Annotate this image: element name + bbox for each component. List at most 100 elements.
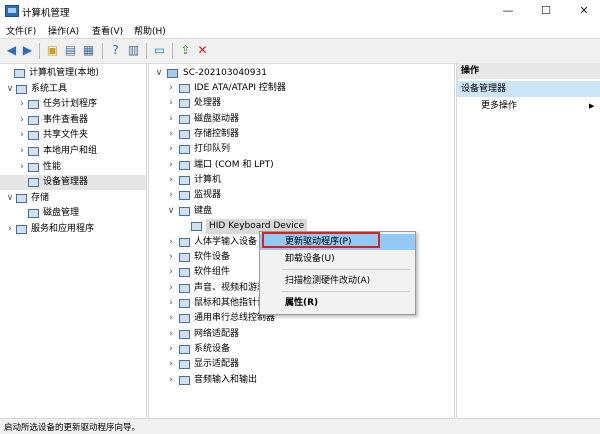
chevron-down-icon[interactable]: ∨: [167, 204, 175, 219]
monitor-icon[interactable]: ▭: [152, 43, 167, 58]
chevron-right-icon[interactable]: ›: [167, 235, 175, 250]
maximize-button[interactable]: ☐: [528, 0, 564, 22]
sidebar-item-label: 设备管理器: [43, 177, 89, 188]
sidebar-item[interactable]: › 事件查看器: [0, 113, 146, 128]
device-category-row[interactable]: › 音频输入和输出: [149, 373, 454, 388]
sidebar-item[interactable]: › 本地用户和组: [0, 144, 146, 159]
device-category-icon: [179, 176, 190, 186]
menu-item-uninstall-device[interactable]: 卸载设备(U): [260, 251, 415, 267]
chevron-right-icon[interactable]: ›: [18, 160, 26, 175]
chevron-right-icon[interactable]: ›: [167, 127, 175, 142]
chevron-right-icon[interactable]: ›: [18, 113, 26, 128]
device-category-row[interactable]: › 计算机: [149, 173, 454, 188]
device-category-row[interactable]: › 磁盘驱动器: [149, 112, 454, 127]
chevron-right-icon[interactable]: ›: [167, 342, 175, 357]
device-label: IDE ATA/ATAPI 控制器: [194, 83, 286, 93]
device-label: 软件设备: [194, 251, 231, 262]
actions-pane: 操作 设备管理器 更多操作 ▶: [456, 63, 600, 418]
chevron-right-icon[interactable]: ›: [18, 128, 26, 143]
annotation-highlight-box: [262, 232, 380, 248]
minimize-button[interactable]: —: [490, 0, 526, 22]
sidebar-item[interactable]: 设备管理器: [0, 175, 146, 191]
device-category-row[interactable]: › 打印队列: [149, 142, 454, 157]
sidebar-item[interactable]: ∨ 系统工具: [0, 82, 146, 97]
more-actions-link[interactable]: 更多操作: [481, 99, 517, 114]
sidebar-item-label: 共享文件夹: [43, 130, 89, 141]
menu-item-scan-hardware[interactable]: 扫描检测硬件改动(A): [260, 273, 415, 289]
chevron-down-icon[interactable]: ∨: [155, 66, 163, 81]
chevron-right-icon[interactable]: ›: [167, 112, 175, 127]
sidebar-item[interactable]: › 服务和应用程序: [0, 222, 146, 237]
menu-view[interactable]: 查看(V): [92, 24, 123, 37]
device-label: 计算机: [194, 175, 222, 186]
device-category-row[interactable]: › 监视器: [149, 188, 454, 203]
back-arrow-icon[interactable]: ◀: [4, 43, 19, 58]
tree-node-icon: [16, 193, 27, 203]
sidebar-item[interactable]: › 性能: [0, 160, 146, 175]
help-icon[interactable]: ?: [108, 43, 123, 58]
chevron-right-icon[interactable]: ›: [167, 327, 175, 342]
forward-arrow-icon[interactable]: ▶: [20, 43, 35, 58]
actions-section-device-manager[interactable]: 设备管理器: [457, 81, 600, 97]
device-label: 系统设备: [194, 343, 231, 354]
chevron-down-icon[interactable]: ∨: [6, 82, 14, 97]
device-category-row[interactable]: › IDE ATA/ATAPI 控制器: [149, 81, 454, 96]
menu-divider: [282, 291, 410, 292]
device-label: 网络适配器: [194, 328, 240, 339]
update-driver-icon[interactable]: ⇪: [178, 43, 193, 58]
sidebar-item[interactable]: › 共享文件夹: [0, 128, 146, 143]
show-hide-tree-icon[interactable]: ▤: [63, 43, 78, 58]
chevron-right-icon[interactable]: ›: [6, 222, 14, 237]
chevron-right-icon[interactable]: ›: [167, 96, 175, 111]
action-pane-icon[interactable]: ▥: [126, 43, 141, 58]
device-category-row[interactable]: › 显示适配器: [149, 357, 454, 372]
chevron-right-icon: ▶: [589, 102, 595, 110]
device-category-icon: [179, 145, 190, 155]
chevron-right-icon[interactable]: ›: [18, 97, 26, 112]
chevron-right-icon[interactable]: ›: [167, 188, 175, 203]
up-folder-icon[interactable]: ▣: [45, 43, 60, 58]
chevron-right-icon[interactable]: ›: [167, 158, 175, 173]
tree-node-icon: [28, 147, 39, 156]
computer-icon: [167, 69, 178, 78]
properties-icon[interactable]: ▦: [81, 43, 96, 58]
chevron-right-icon[interactable]: ›: [167, 373, 175, 388]
sidebar-item[interactable]: 计算机管理(本地): [0, 66, 146, 81]
close-button[interactable]: ✕: [566, 0, 600, 22]
device-category-row[interactable]: › 网络适配器: [149, 327, 454, 342]
sidebar-item-label: 任务计划程序: [43, 99, 98, 110]
device-category-row[interactable]: › 端口 (COM 和 LPT): [149, 158, 454, 173]
tree-node-icon: [14, 69, 25, 78]
device-category-icon: [179, 99, 190, 109]
sidebar-item[interactable]: 磁盘管理: [0, 206, 146, 221]
menu-bar: 文件(F) 操作(A) 查看(V) 帮助(H): [0, 22, 600, 38]
device-category-icon: [179, 237, 190, 247]
toolbar: ◀ ▶ ▣ ▤ ▦ ? ▥ ▭ ⇪ ✕: [0, 38, 600, 64]
chevron-right-icon[interactable]: ›: [167, 281, 175, 296]
device-category-icon: [179, 344, 190, 354]
device-category-row[interactable]: ∨ 键盘: [149, 204, 454, 219]
sidebar-item[interactable]: › 任务计划程序: [0, 97, 146, 112]
chevron-right-icon[interactable]: ›: [167, 296, 175, 311]
chevron-right-icon[interactable]: ›: [167, 250, 175, 265]
chevron-right-icon[interactable]: ›: [167, 81, 175, 96]
chevron-right-icon[interactable]: ›: [167, 311, 175, 326]
chevron-down-icon[interactable]: ∨: [6, 191, 14, 206]
device-category-row[interactable]: › 存储控制器: [149, 127, 454, 142]
menu-divider: [282, 269, 410, 270]
device-category-row[interactable]: › 系统设备: [149, 342, 454, 357]
chevron-right-icon[interactable]: ›: [167, 357, 175, 372]
toolbar-divider: [39, 43, 40, 59]
menu-file[interactable]: 文件(F): [6, 24, 36, 37]
chevron-right-icon[interactable]: ›: [167, 142, 175, 157]
chevron-right-icon[interactable]: ›: [18, 144, 26, 159]
chevron-right-icon[interactable]: ›: [167, 265, 175, 280]
uninstall-x-icon[interactable]: ✕: [195, 43, 210, 58]
menu-help[interactable]: 帮助(H): [134, 24, 166, 37]
device-category-icon: [179, 114, 190, 124]
chevron-right-icon[interactable]: ›: [167, 173, 175, 188]
device-category-row[interactable]: › 处理器: [149, 96, 454, 111]
menu-action[interactable]: 操作(A): [48, 24, 79, 37]
sidebar-item[interactable]: ∨ 存储: [0, 191, 146, 206]
menu-item-properties[interactable]: 属性(R): [260, 295, 415, 311]
